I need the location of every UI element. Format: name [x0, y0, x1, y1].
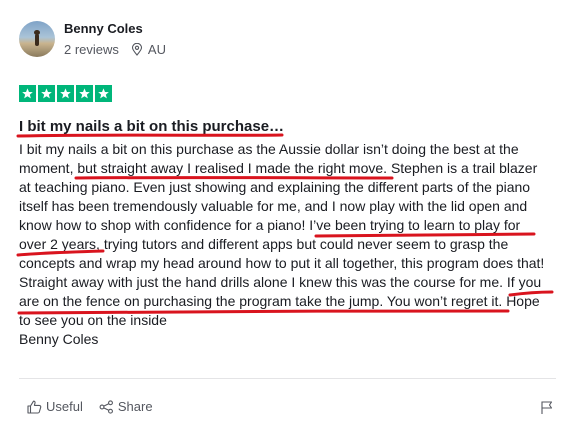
reviewer-header: Benny Coles 2 reviews AU [19, 18, 166, 60]
thumbs-up-icon [27, 400, 42, 414]
report-flag-button[interactable] [540, 400, 554, 420]
review-text-line: over 2 years, trying tutors and differen… [19, 236, 509, 252]
useful-button[interactable]: Useful [27, 399, 83, 414]
star-2 [38, 85, 55, 102]
review-text-line: Benny Coles [19, 331, 99, 347]
share-label: Share [117, 399, 153, 414]
star-rating [19, 85, 114, 102]
review-count: 2 reviews [64, 41, 119, 57]
star-icon [98, 88, 109, 99]
review-text-line: at teaching piano. Even just showing and… [19, 179, 531, 195]
star-icon [22, 88, 33, 99]
review-text-line: I bit my nails a bit on this purchase as… [19, 141, 519, 157]
star-1 [19, 85, 36, 102]
star-5 [95, 85, 112, 102]
review-text-line: Straight away with just the hand drills … [19, 274, 542, 290]
star-icon [79, 88, 90, 99]
review-text-line: moment, but straight away I realised I m… [19, 160, 538, 176]
review-text-line: know how to shop with confidence for a p… [19, 217, 521, 233]
reviewer-location: AU [131, 42, 166, 58]
review-text-line: to see you on the inside [19, 312, 167, 328]
review-title[interactable]: I bit my nails a bit on this purchase… [19, 118, 284, 136]
review-text-line: itself has been tremendously valuable fo… [19, 198, 528, 214]
location-pin-icon [131, 43, 142, 56]
reviewer-meta: 2 reviews AU [64, 42, 166, 58]
reviewer-info: Benny Coles 2 reviews AU [64, 21, 166, 58]
share-icon [99, 399, 113, 414]
footer-divider [19, 378, 556, 379]
country-code: AU [147, 41, 166, 57]
star-3 [57, 85, 74, 102]
review-text-line: concepts and wrap my head around how to … [19, 255, 545, 271]
star-icon [60, 88, 71, 99]
useful-label: Useful [46, 399, 83, 414]
reviewer-name[interactable]: Benny Coles [64, 21, 166, 37]
review-card: Benny Coles 2 reviews AU I bit my nails … [0, 0, 573, 434]
review-text-line: are on the fence on purchasing the progr… [19, 293, 540, 309]
review-body: I bit my nails a bit on this purchase as… [19, 140, 559, 349]
flag-icon [541, 401, 553, 414]
review-actions: Useful Share [27, 399, 169, 414]
avatar[interactable] [19, 21, 55, 57]
share-button[interactable]: Share [99, 399, 153, 414]
star-icon [41, 88, 52, 99]
star-4 [76, 85, 93, 102]
